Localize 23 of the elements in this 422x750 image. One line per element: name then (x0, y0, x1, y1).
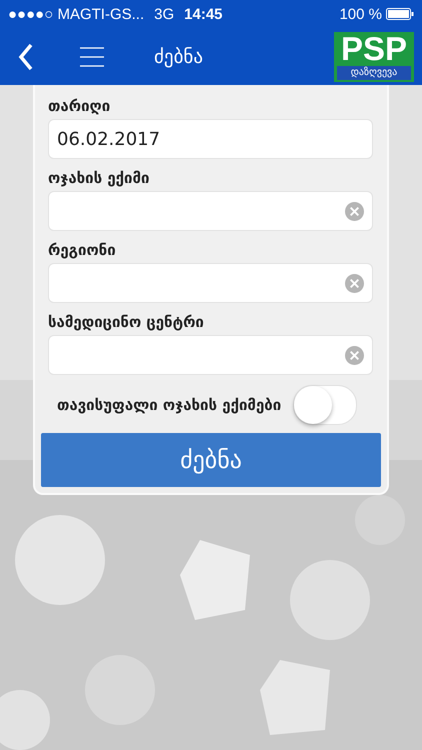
field-label: ოჯახის ექიმი (47, 168, 150, 189)
clear-icon[interactable] (345, 274, 364, 292)
input-field[interactable]: 06.02.2017 (48, 119, 373, 159)
menu-icon[interactable] (80, 46, 104, 66)
toggle-label: თავისუფალი ოჯახის ექიმები (57, 395, 282, 416)
clock-time: 14:45 (184, 6, 223, 22)
logo: PSP დაზღვევა (334, 32, 414, 82)
back-icon[interactable] (18, 42, 34, 70)
input-field[interactable] (48, 335, 373, 375)
battery-percent: 100 % (339, 6, 382, 22)
search-button[interactable]: ძებნა (41, 433, 381, 487)
toggle-switch[interactable] (293, 385, 357, 425)
input-field[interactable] (48, 191, 373, 231)
clear-icon[interactable] (345, 202, 364, 220)
input-field[interactable] (48, 263, 373, 303)
carrier-text: ●●●●○ MAGTI-GS... (8, 6, 144, 22)
field-label: რეგიონი (47, 240, 117, 261)
clear-icon[interactable] (345, 346, 364, 364)
page-title: ძებნა (154, 46, 204, 68)
battery-icon (386, 8, 414, 20)
field-label: სამედიცინო ცენტრი (47, 312, 205, 333)
field-label: თარიღი (47, 96, 112, 117)
network-text: 3G (154, 6, 174, 22)
